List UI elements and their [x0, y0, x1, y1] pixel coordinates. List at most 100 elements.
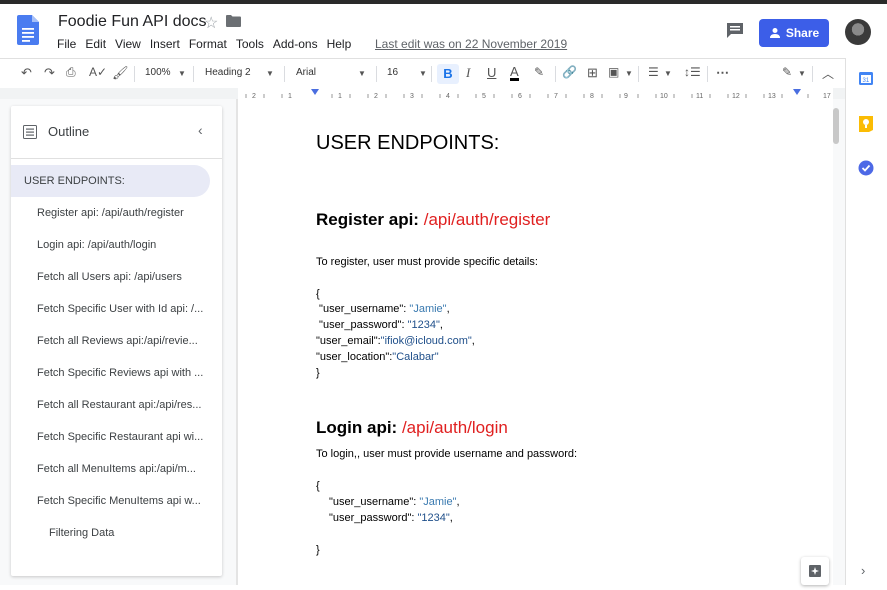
outline-item[interactable]: Fetch Specific Reviews api with ... [37, 367, 207, 379]
json-line: "user_password": "1234", [329, 512, 453, 524]
explore-button[interactable] [801, 557, 829, 585]
line-spacing-icon[interactable]: ↕☰ [684, 65, 701, 79]
redo-icon[interactable]: ↷ [44, 65, 55, 81]
spellcheck-icon[interactable]: A✓ [89, 65, 107, 79]
underline-button[interactable]: U [487, 65, 496, 80]
vertical-scrollbar[interactable] [833, 108, 839, 144]
chevron-down-icon[interactable]: ▼ [798, 69, 806, 78]
undo-icon[interactable]: ↶ [21, 65, 32, 81]
outline-divider [11, 158, 222, 159]
toolbar-divider [431, 66, 432, 82]
explore-icon [809, 565, 821, 577]
ruler[interactable]: 2 1 1 2 3 4 5 6 7 8 9 10 11 12 13 17 [238, 88, 833, 100]
text-color-button[interactable]: A [510, 65, 519, 81]
json-key: "user_password": [316, 319, 408, 331]
bold-button[interactable]: B [437, 64, 459, 84]
toolbar-divider [193, 66, 194, 82]
outline-item[interactable]: Fetch all Restaurant api:/api/res... [37, 399, 207, 411]
json-key: "user_username": [329, 496, 420, 508]
toolbar-divider [376, 66, 377, 82]
menu-file[interactable]: File [57, 37, 76, 51]
json-line: "user_email":"ifiok@icloud.com", [316, 335, 475, 347]
side-panel: 31 › [845, 58, 887, 585]
menu-format[interactable]: Format [189, 37, 227, 51]
chevron-right-icon[interactable]: › [861, 563, 865, 578]
json-value: "Calabar" [392, 351, 439, 363]
insert-image-icon[interactable]: ▣ [608, 65, 619, 79]
json-brace: } [316, 367, 320, 379]
json-comma: , [446, 303, 450, 315]
italic-button[interactable]: I [466, 65, 470, 81]
folder-icon[interactable] [226, 15, 241, 27]
json-brace: { [316, 480, 320, 492]
chevron-down-icon[interactable]: ▼ [358, 69, 366, 78]
outline-item[interactable]: Filtering Data [49, 527, 219, 539]
menu-view[interactable]: View [115, 37, 141, 51]
font-size-select[interactable]: 16 [387, 67, 398, 78]
link-icon[interactable]: 🔗 [562, 65, 577, 79]
outline-item[interactable]: Login api: /api/auth/login [37, 239, 207, 251]
json-brace: { [316, 288, 320, 300]
paint-format-icon[interactable]: 🖌 [112, 65, 129, 81]
tasks-icon[interactable] [858, 160, 874, 176]
highlight-icon[interactable]: ✎ [534, 65, 544, 79]
json-key: "user_password": [329, 512, 418, 524]
json-line: "user_username": "Jamie", [329, 496, 460, 508]
share-button[interactable]: Share [759, 19, 829, 47]
keep-icon[interactable] [858, 115, 874, 133]
json-comma: , [471, 335, 475, 347]
chevron-down-icon[interactable]: ▼ [664, 69, 672, 78]
print-icon[interactable]: ⎙ [66, 65, 76, 80]
chevron-down-icon[interactable]: ▼ [625, 69, 633, 78]
json-key: "user_location": [316, 351, 393, 363]
menu-addons[interactable]: Add-ons [273, 37, 318, 51]
outline-item[interactable]: Register api: /api/auth/register [37, 207, 207, 219]
json-comma: , [449, 512, 453, 524]
menu-help[interactable]: Help [327, 37, 352, 51]
chevron-left-icon[interactable]: ‹ [198, 122, 203, 138]
chevron-down-icon[interactable]: ▼ [419, 69, 427, 78]
document-title[interactable]: Foodie Fun API docs [58, 13, 207, 31]
menu-insert[interactable]: Insert [150, 37, 180, 51]
outline-item[interactable]: Fetch all Reviews api:/api/revie... [37, 335, 207, 347]
docs-header: Foodie Fun API docs ☆ File Edit View Ins… [0, 4, 887, 56]
google-docs-logo-icon[interactable] [17, 15, 39, 45]
left-indent-marker[interactable] [311, 89, 319, 95]
outline-item[interactable]: Fetch Specific Restaurant api wi... [37, 431, 207, 443]
comments-icon[interactable] [726, 22, 744, 38]
login-description[interactable]: To login,, user must provide username an… [316, 448, 577, 460]
outline-item[interactable]: Fetch all Users api: /api/users [37, 271, 207, 283]
outline-item[interactable]: Fetch Specific User with Id api: /... [37, 303, 207, 315]
heading-user-endpoints[interactable]: USER ENDPOINTS: [316, 132, 499, 155]
menu-edit[interactable]: Edit [85, 37, 106, 51]
align-left-icon[interactable]: ☰ [648, 65, 659, 79]
last-edit-link[interactable]: Last edit was on 22 November 2019 [375, 37, 567, 51]
editing-mode-icon[interactable]: ✎ [782, 65, 792, 79]
right-indent-marker[interactable] [793, 89, 801, 95]
outline-item[interactable]: Fetch all MenuItems api:/api/m... [37, 463, 207, 475]
json-brace: } [316, 544, 320, 556]
menu-bar: File Edit View Insert Format Tools Add-o… [57, 37, 360, 51]
collapse-menus-icon[interactable]: ︿ [822, 65, 834, 82]
font-select[interactable]: Arial [296, 67, 316, 78]
outline-item[interactable]: USER ENDPOINTS: [24, 175, 194, 187]
json-line: "user_location":"Calabar" [316, 351, 439, 363]
outline-list-icon [23, 124, 37, 139]
paragraph-style-select[interactable]: Heading 2 [205, 67, 251, 78]
heading-login-api[interactable]: Login api: /api/auth/login [316, 418, 508, 438]
calendar-icon[interactable]: 31 [858, 70, 874, 86]
json-key: "user_username": [316, 303, 410, 315]
star-icon[interactable]: ☆ [204, 13, 218, 33]
add-comment-icon[interactable]: ⊞ [587, 65, 598, 81]
heading-register-api[interactable]: Register api: /api/auth/register [316, 210, 550, 230]
outline-item[interactable]: Fetch Specific MenuItems api w... [37, 495, 207, 507]
zoom-select[interactable]: 100% [145, 67, 171, 78]
endpoint-path: /api/auth/register [423, 210, 551, 229]
user-avatar[interactable] [845, 19, 871, 45]
register-description[interactable]: To register, user must provide specific … [316, 256, 538, 268]
outline-title: Outline [48, 124, 90, 139]
chevron-down-icon[interactable]: ▼ [178, 69, 186, 78]
more-options-icon[interactable]: ⋯ [716, 65, 729, 81]
chevron-down-icon[interactable]: ▼ [266, 69, 274, 78]
menu-tools[interactable]: Tools [236, 37, 264, 51]
